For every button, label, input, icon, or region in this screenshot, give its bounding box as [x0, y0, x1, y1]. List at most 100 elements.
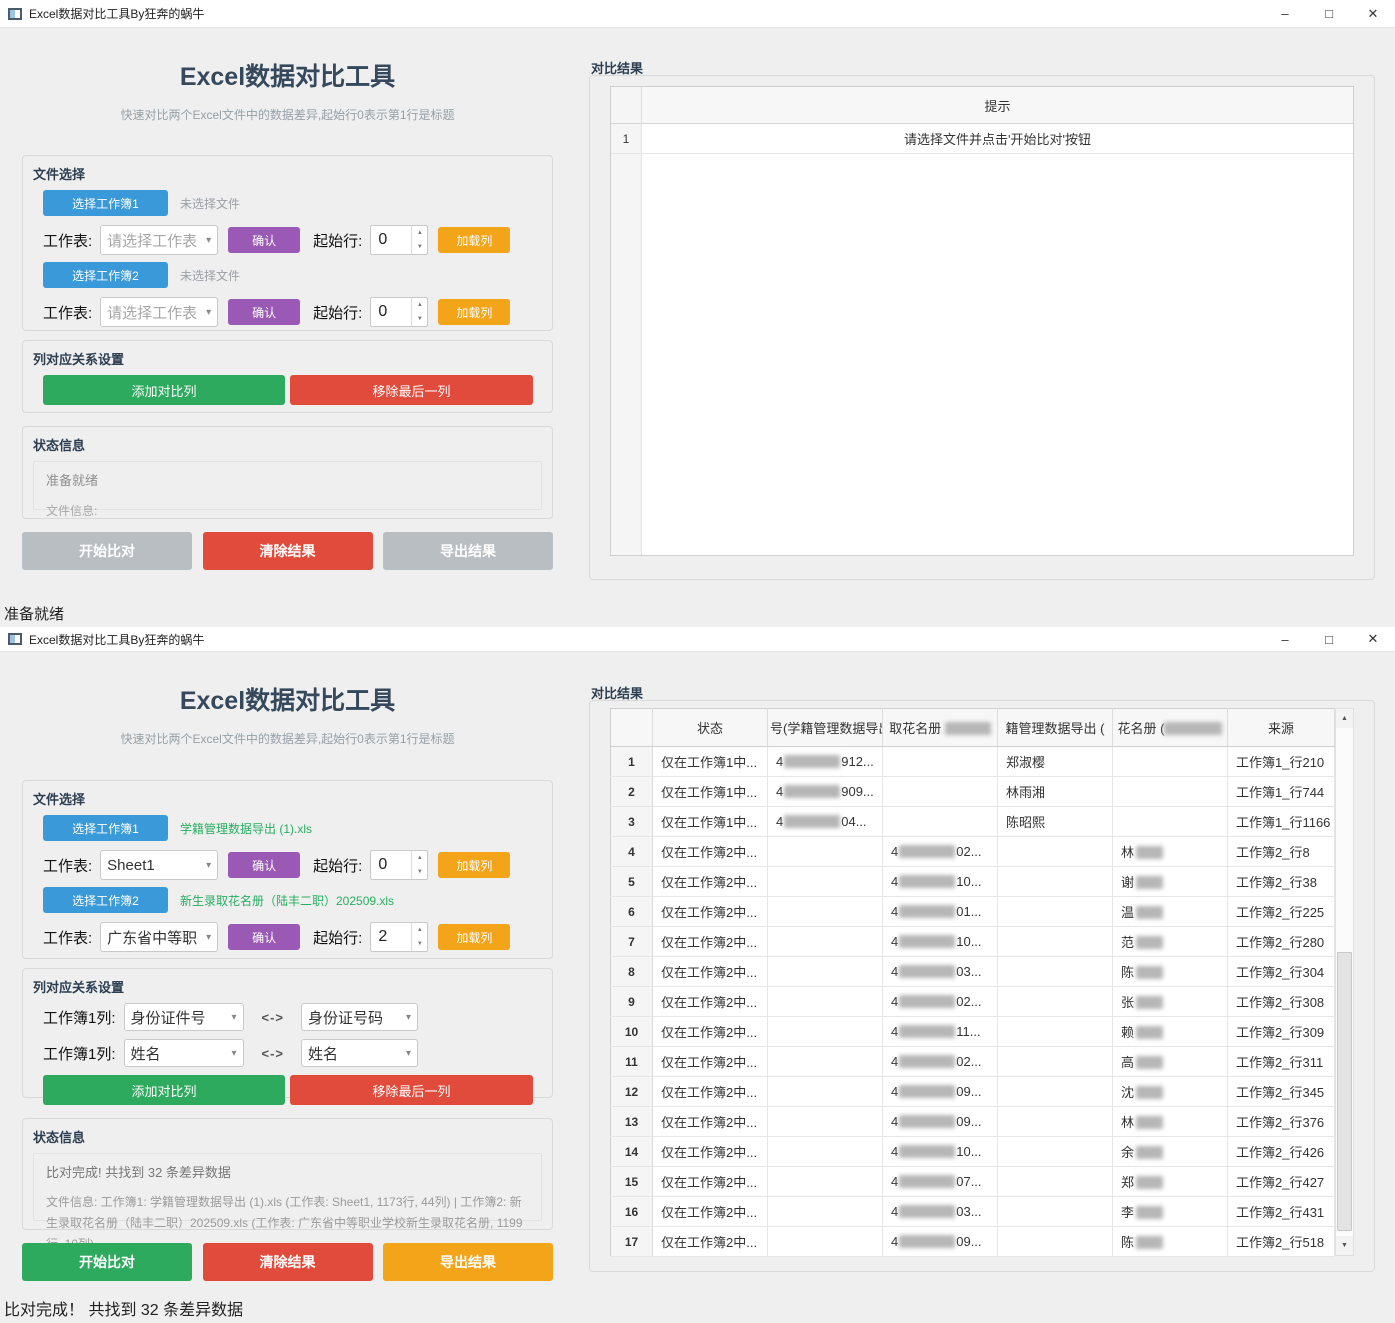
- spin-up-icon[interactable]: ▲: [412, 226, 427, 240]
- spin-up-icon[interactable]: ▲: [412, 923, 427, 937]
- page-title: Excel数据对比工具: [22, 57, 553, 93]
- sheet2-select[interactable]: 请选择工作表 ▾: [100, 297, 218, 327]
- start-row2-stepper[interactable]: 2 ▲▼: [370, 922, 428, 952]
- sheet1-select[interactable]: Sheet1 ▾: [100, 850, 218, 880]
- remove-last-column-button[interactable]: 移除最后一列: [290, 1075, 533, 1105]
- minimize-button[interactable]: –: [1263, 627, 1307, 651]
- start-row-label: 起始行:: [313, 230, 362, 251]
- wb1-column-select[interactable]: 身份证件号 ▾: [124, 1003, 244, 1031]
- sheet1-select[interactable]: 请选择工作表 ▾: [100, 225, 218, 255]
- confirm-sheet1-button[interactable]: 确认: [228, 852, 300, 878]
- maximize-button[interactable]: □: [1307, 627, 1351, 651]
- result-row[interactable]: 11仅在工作簿2中...402...高工作簿2_行311: [611, 1047, 1335, 1077]
- add-compare-column-button[interactable]: 添加对比列: [43, 1075, 285, 1105]
- column-header[interactable]: 取花名册: [883, 709, 998, 747]
- start-compare-button[interactable]: 开始比对: [22, 1243, 192, 1281]
- pick-workbook2-button[interactable]: 选择工作簿2: [43, 887, 168, 913]
- column-header-hint[interactable]: 提示: [642, 87, 1353, 124]
- censored-text: [1136, 936, 1163, 949]
- remove-last-column-button[interactable]: 移除最后一列: [290, 375, 533, 405]
- column-header[interactable]: [611, 709, 653, 747]
- id-number-cell: 409...: [883, 1227, 998, 1257]
- censored-text: [1136, 906, 1163, 919]
- column-header[interactable]: 花名册 (: [1113, 709, 1228, 747]
- load-columns1-button[interactable]: 加载列: [438, 227, 510, 253]
- result-row[interactable]: 2仅在工作簿1中...4909...林雨湘工作簿1_行744: [611, 777, 1335, 807]
- result-row[interactable]: 7仅在工作簿2中...410...范工作簿2_行280: [611, 927, 1335, 957]
- result-row[interactable]: 6仅在工作簿2中...401...温工作簿2_行225: [611, 897, 1335, 927]
- result-row[interactable]: 9仅在工作簿2中...402...张工作簿2_行308: [611, 987, 1335, 1017]
- confirm-sheet2-button[interactable]: 确认: [228, 299, 300, 325]
- result-row[interactable]: 16仅在工作簿2中...403...李工作簿2_行431: [611, 1197, 1335, 1227]
- close-button[interactable]: ✕: [1351, 0, 1395, 27]
- column-header[interactable]: 号(学籍管理数据导出: [768, 709, 883, 747]
- load-columns2-button[interactable]: 加载列: [438, 924, 510, 950]
- result-row[interactable]: 10仅在工作簿2中...411...赖工作簿2_行309: [611, 1017, 1335, 1047]
- add-compare-column-button[interactable]: 添加对比列: [43, 375, 285, 405]
- load-columns2-button[interactable]: 加载列: [438, 299, 510, 325]
- chevron-down-icon: ▾: [206, 235, 211, 246]
- wb2-column-select[interactable]: 姓名 ▾: [301, 1039, 418, 1067]
- spin-up-icon[interactable]: ▲: [412, 851, 427, 865]
- start-compare-button[interactable]: 开始比对: [22, 532, 192, 570]
- spin-up-icon[interactable]: ▲: [412, 298, 427, 312]
- result-row[interactable]: 3仅在工作簿1中...404...陈昭熙工作簿1_行1166: [611, 807, 1335, 837]
- status-cell: 仅在工作簿2中...: [653, 1077, 768, 1107]
- wb2-column-select[interactable]: 身份证号码 ▾: [301, 1003, 418, 1031]
- results-table: 提示 1 请选择文件并点击'开始比对'按钮: [610, 86, 1354, 556]
- status-bar: 准备就绪: [0, 600, 1395, 627]
- result-row[interactable]: 12仅在工作簿2中...409...沈工作簿2_行345: [611, 1077, 1335, 1107]
- censored-text: [899, 1205, 955, 1218]
- result-row[interactable]: 1仅在工作簿1中...4912...郑淑樱工作簿1_行210: [611, 747, 1335, 777]
- column-header[interactable]: 籍管理数据导出 (: [998, 709, 1113, 747]
- result-row[interactable]: 8仅在工作簿2中...403...陈工作簿2_行304: [611, 957, 1335, 987]
- scrollbar-track[interactable]: [1336, 728, 1353, 1236]
- spin-down-icon[interactable]: ▼: [412, 865, 427, 879]
- sheet2-select[interactable]: 广东省中等职 ▾: [100, 922, 218, 952]
- result-row[interactable]: 15仅在工作簿2中...407...郑工作簿2_行427: [611, 1167, 1335, 1197]
- wb1-column-select[interactable]: 姓名 ▾: [124, 1039, 244, 1067]
- start-row1-stepper[interactable]: 0 ▲▼: [370, 225, 428, 255]
- column-header[interactable]: 来源: [1228, 709, 1335, 747]
- row-number: 17: [611, 1227, 653, 1257]
- column-header[interactable]: 状态: [653, 709, 768, 747]
- row-number: 8: [611, 957, 653, 987]
- scrollbar-thumb[interactable]: [1337, 952, 1352, 1231]
- export-results-button[interactable]: 导出结果: [383, 1243, 553, 1281]
- maximize-button[interactable]: □: [1307, 0, 1351, 27]
- scroll-up-icon[interactable]: ▲: [1336, 709, 1353, 728]
- result-row[interactable]: 13仅在工作簿2中...409...林工作簿2_行376: [611, 1107, 1335, 1137]
- censored-text: [899, 1145, 955, 1158]
- id-number-cell: [883, 777, 998, 807]
- pick-workbook1-button[interactable]: 选择工作簿1: [43, 190, 168, 216]
- name-wb2-cell: [1113, 747, 1228, 777]
- pick-workbook2-button[interactable]: 选择工作簿2: [43, 262, 168, 288]
- result-row[interactable]: 4仅在工作簿2中...402...林工作簿2_行8: [611, 837, 1335, 867]
- load-columns1-button[interactable]: 加载列: [438, 852, 510, 878]
- result-row[interactable]: 5仅在工作簿2中...410...谢工作簿2_行38: [611, 867, 1335, 897]
- name-wb1-cell: 郑淑樱: [998, 747, 1113, 777]
- vertical-scrollbar[interactable]: ▲ ▼: [1335, 708, 1354, 1256]
- name-wb1-cell: [998, 1017, 1113, 1047]
- scroll-down-icon[interactable]: ▼: [1336, 1236, 1353, 1255]
- source-cell: 工作簿2_行427: [1228, 1167, 1335, 1197]
- spin-down-icon[interactable]: ▼: [412, 937, 427, 951]
- start-row1-stepper[interactable]: 0 ▲▼: [370, 850, 428, 880]
- clear-results-button[interactable]: 清除结果: [203, 532, 373, 570]
- confirm-sheet1-button[interactable]: 确认: [228, 227, 300, 253]
- spin-down-icon[interactable]: ▼: [412, 312, 427, 326]
- result-row[interactable]: 17仅在工作簿2中...409...陈工作簿2_行518: [611, 1227, 1335, 1257]
- row-header-strip: [611, 87, 642, 555]
- status-cell: 仅在工作簿2中...: [653, 837, 768, 867]
- spin-down-icon[interactable]: ▼: [412, 240, 427, 254]
- result-row[interactable]: 14仅在工作簿2中...410...余工作簿2_行426: [611, 1137, 1335, 1167]
- export-results-button[interactable]: 导出结果: [383, 532, 553, 570]
- id-number-cell: 407...: [883, 1167, 998, 1197]
- start-row2-stepper[interactable]: 0 ▲▼: [370, 297, 428, 327]
- minimize-button[interactable]: –: [1263, 0, 1307, 27]
- clear-results-button[interactable]: 清除结果: [203, 1243, 373, 1281]
- table-row[interactable]: 1 请选择文件并点击'开始比对'按钮: [611, 124, 1353, 154]
- confirm-sheet2-button[interactable]: 确认: [228, 924, 300, 950]
- pick-workbook1-button[interactable]: 选择工作簿1: [43, 815, 168, 841]
- close-button[interactable]: ✕: [1351, 627, 1395, 651]
